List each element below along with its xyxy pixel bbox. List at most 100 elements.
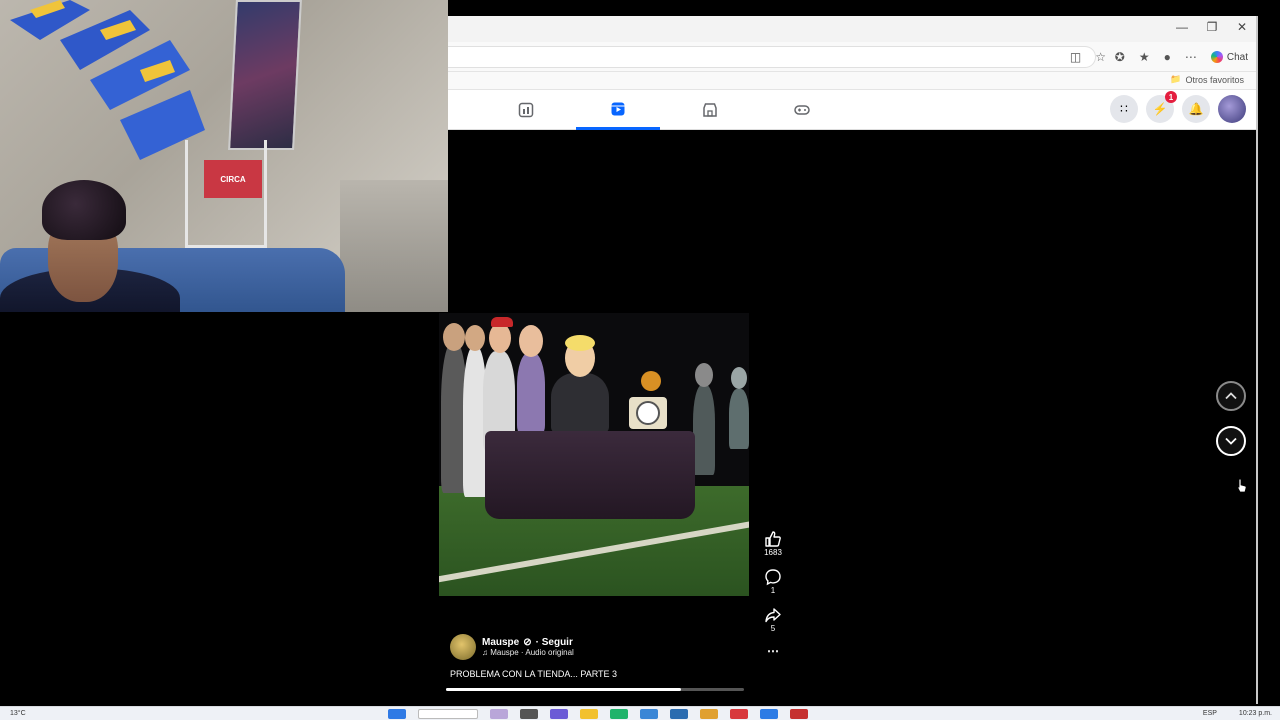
author-avatar[interactable] <box>450 634 476 660</box>
folder-icon: 📁 <box>1170 74 1182 84</box>
cartoon-presenter-hair <box>565 335 595 351</box>
facebook-nav: ∷ ⚡ 1 🔔 <box>448 90 1256 130</box>
weather-temp[interactable]: 13°C <box>10 710 26 717</box>
window-controls: — ❐ ✕ <box>1176 20 1248 34</box>
cartoon-character <box>729 389 749 449</box>
folder-icon[interactable] <box>580 709 598 719</box>
webcam-overlay: CIRCA <box>0 0 448 312</box>
copilot-button[interactable]: Chat <box>1210 51 1248 63</box>
bell-icon: 🔔 <box>1188 102 1204 116</box>
menu-button[interactable]: ∷ <box>1110 95 1138 123</box>
reel-actions: 1683 1 5 ⋯ <box>757 530 789 669</box>
favorite-star-icon[interactable]: ☆ <box>1095 50 1106 64</box>
copilot-icon <box>1210 51 1223 63</box>
system-tray: ESP 10:23 p.m. <box>1203 710 1272 717</box>
taskbar-apps <box>388 709 808 719</box>
maximize-icon[interactable]: ❐ <box>1206 20 1218 34</box>
app-icon[interactable] <box>550 709 568 719</box>
clock-face <box>636 401 660 425</box>
share-button[interactable]: 5 <box>764 606 782 633</box>
next-reel-button[interactable] <box>1216 426 1246 456</box>
address-bar-icons: ◫ ☆ <box>1070 42 1106 72</box>
person-hair <box>42 180 126 240</box>
tab-marketplace[interactable] <box>668 90 752 130</box>
chevron-down-icon <box>1225 437 1237 445</box>
chevron-up-icon <box>1225 392 1237 400</box>
reel-caption: PROBLEMA CON LA TIENDA... PARTE 3 <box>450 669 618 679</box>
clock[interactable]: 10:23 p.m. <box>1239 710 1272 717</box>
comment-button[interactable]: 1 <box>764 568 782 595</box>
cartoon-head <box>731 367 747 389</box>
copilot-label: Chat <box>1226 51 1248 63</box>
cartoon-character <box>517 353 545 433</box>
follow-link[interactable]: · Seguir <box>536 637 573 648</box>
screen: — ❐ ✕ ◫ ☆ ✪ ★ ● ⋯ Chat 📁 Otros favoritos… <box>0 0 1280 720</box>
toolbar-icons: ✪ ★ ● ⋯ Chat <box>1115 42 1248 72</box>
chrome-icon[interactable] <box>700 709 718 719</box>
cartoon-presenter <box>551 373 609 433</box>
cartoon-cap <box>491 317 513 327</box>
thumbs-up-icon <box>765 531 781 547</box>
address-row: ◫ ☆ ✪ ★ ● ⋯ Chat <box>448 42 1256 72</box>
search-box[interactable] <box>418 709 478 719</box>
minimize-icon[interactable]: — <box>1176 20 1188 34</box>
previous-reel-button[interactable] <box>1216 381 1246 411</box>
app-icon[interactable] <box>760 709 778 719</box>
close-icon[interactable]: ✕ <box>1236 20 1248 34</box>
tab-reels[interactable] <box>576 90 660 130</box>
account-avatar[interactable] <box>1218 95 1246 123</box>
app-icon[interactable] <box>790 709 808 719</box>
more-options-icon[interactable]: ⋯ <box>1185 50 1197 64</box>
more-dots-icon: ⋯ <box>767 644 779 658</box>
cartoon-head <box>465 325 485 351</box>
app-icon[interactable] <box>640 709 658 719</box>
audio-label[interactable]: ♫ Mauspe · Audio original <box>482 648 574 657</box>
marketplace-icon <box>703 103 717 117</box>
app-icon[interactable] <box>490 709 508 719</box>
extensions-icon[interactable]: ✪ <box>1115 50 1125 64</box>
gmail-icon[interactable] <box>730 709 748 719</box>
pages-icon <box>518 102 534 118</box>
more-actions-button[interactable]: ⋯ <box>767 644 779 658</box>
share-count: 5 <box>770 624 776 633</box>
red-box: CIRCA <box>204 160 262 198</box>
language-indicator[interactable]: ESP <box>1203 710 1217 717</box>
hand-cursor-icon <box>1237 478 1247 493</box>
profile-icon[interactable]: ● <box>1164 50 1171 64</box>
app-icon[interactable] <box>670 709 688 719</box>
tab-pages[interactable] <box>484 90 568 130</box>
taskbar: 13°C ESP 10:23 p.m. <box>0 706 1280 720</box>
like-count: 1683 <box>764 548 782 557</box>
edge-icon[interactable] <box>610 709 628 719</box>
tab-gaming[interactable] <box>760 90 844 130</box>
favorites-bar: 📁 Otros favoritos <box>448 72 1256 90</box>
grid-menu-icon: ∷ <box>1120 102 1128 116</box>
messenger-button[interactable]: ⚡ 1 <box>1146 91 1177 123</box>
nav-right-controls: ∷ ⚡ 1 🔔 <box>1110 91 1246 123</box>
video-progress-bar[interactable] <box>446 688 744 691</box>
reel-video[interactable] <box>439 313 749 596</box>
like-button[interactable]: 1683 <box>764 530 782 557</box>
video-progress-fill <box>446 688 682 691</box>
video-clock <box>629 397 667 429</box>
app-available-icon[interactable]: ◫ <box>1070 50 1081 64</box>
verified-icon: ⊘ <box>523 637 532 648</box>
video-bell <box>641 371 661 391</box>
cartoon-head <box>489 323 511 353</box>
favorites-icon[interactable]: ★ <box>1139 50 1150 64</box>
notifications-button[interactable]: 🔔 <box>1182 95 1210 123</box>
reels-icon <box>611 102 625 115</box>
reel-meta: Mauspe ⊘ · Seguir ♫ Mauspe · Audio origi… <box>450 634 750 679</box>
cartoon-head <box>443 323 465 351</box>
favorites-folder[interactable]: 📁 Otros favoritos <box>1170 74 1244 85</box>
messenger-icon: ⚡ <box>1152 102 1168 116</box>
cartoon-head <box>519 325 543 357</box>
video-table <box>485 431 695 519</box>
comment-count: 1 <box>770 586 776 595</box>
app-icon[interactable] <box>520 709 538 719</box>
gaming-icon <box>794 105 810 115</box>
author-name[interactable]: Mauspe <box>482 637 519 648</box>
address-bar[interactable] <box>448 46 1096 68</box>
start-icon[interactable] <box>388 709 406 719</box>
cartoon-character <box>693 385 715 475</box>
